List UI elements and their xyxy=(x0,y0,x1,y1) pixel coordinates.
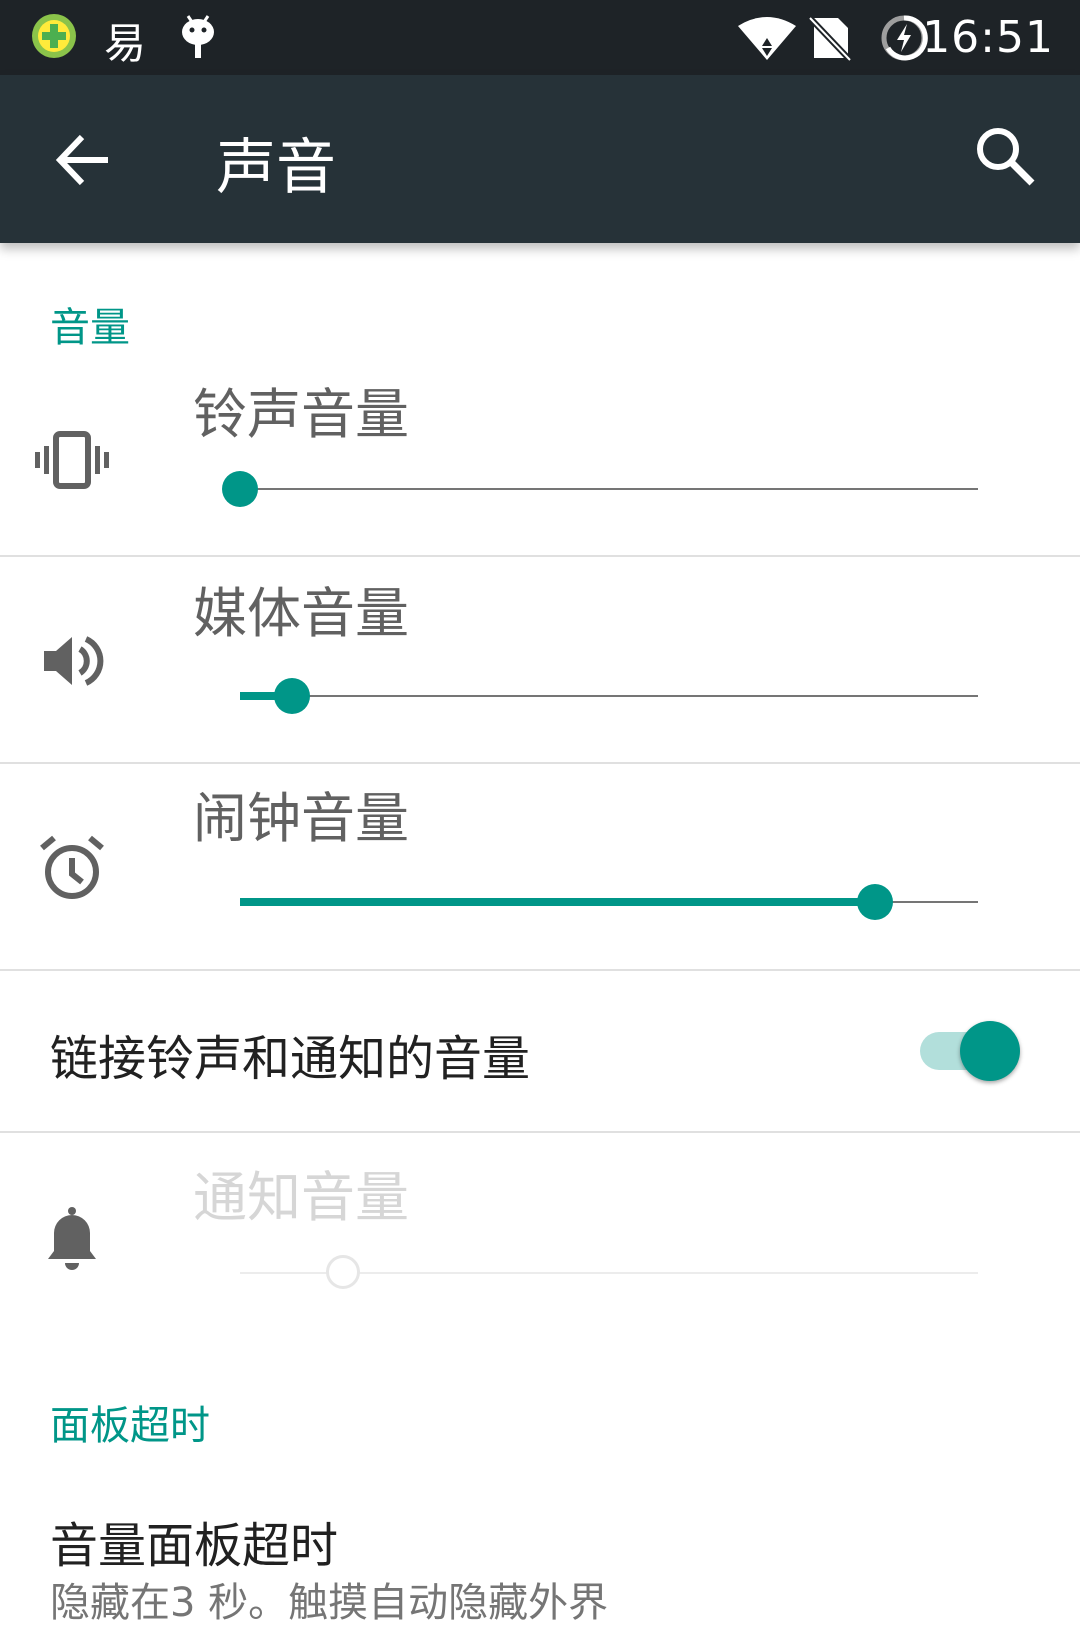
volume-panel-timeout-item[interactable]: 音量面板超时 隐藏在3 秒。触摸自动隐藏外界 xyxy=(0,1470,1080,1626)
link-volume-label: 链接铃声和通知的音量 xyxy=(50,1031,531,1087)
media-volume-slider[interactable] xyxy=(240,676,978,716)
slider-thumb[interactable] xyxy=(273,678,310,714)
bell-icon xyxy=(34,1201,110,1277)
notification-volume-label: 通知音量 xyxy=(193,1166,409,1229)
panel-timeout-title: 音量面板超时 xyxy=(50,1518,339,1574)
search-icon[interactable] xyxy=(972,123,1042,193)
android-icon xyxy=(178,12,218,66)
notification-volume-row: 通知音量 xyxy=(0,1133,1080,1333)
vibrate-icon xyxy=(34,422,110,498)
media-volume-label: 媒体音量 xyxy=(193,582,409,645)
status-bar: 易 16:51 xyxy=(0,0,1080,75)
wifi-icon xyxy=(736,16,798,66)
section-header-volume: 音量 xyxy=(50,305,130,351)
speaker-icon xyxy=(34,623,110,699)
slider-thumb[interactable] xyxy=(856,884,893,920)
plus-circle-app-icon xyxy=(30,12,78,64)
arrow-back-icon[interactable] xyxy=(52,125,122,195)
battery-charging-icon xyxy=(880,14,928,66)
alarm-volume-label: 闹钟音量 xyxy=(193,787,409,850)
alarm-clock-icon xyxy=(34,830,110,906)
no-sim-icon xyxy=(807,14,853,66)
link-volume-toggle[interactable] xyxy=(920,1021,1020,1081)
alarm-volume-row: 闹钟音量 xyxy=(0,764,1080,969)
notification-volume-slider xyxy=(240,1253,978,1293)
slider-thumb xyxy=(326,1255,361,1289)
page-title: 声音 xyxy=(216,133,336,203)
clock: 16:51 xyxy=(922,12,1054,63)
link-volume-row[interactable]: 链接铃声和通知的音量 xyxy=(0,971,1080,1131)
app-bar: 声音 xyxy=(0,75,1080,243)
ringtone-volume-row: 铃声音量 xyxy=(0,360,1080,555)
section-header-panel-timeout: 面板超时 xyxy=(50,1403,210,1449)
media-volume-row: 媒体音量 xyxy=(0,557,1080,762)
yi-app-icon: 易 xyxy=(104,19,147,68)
slider-thumb[interactable] xyxy=(222,471,258,507)
slider-fill xyxy=(240,898,875,906)
ringtone-volume-label: 铃声音量 xyxy=(193,383,409,446)
panel-timeout-summary: 隐藏在3 秒。触摸自动隐藏外界 xyxy=(50,1580,609,1626)
ringtone-volume-slider[interactable] xyxy=(222,469,978,509)
alarm-volume-slider[interactable] xyxy=(240,882,978,922)
